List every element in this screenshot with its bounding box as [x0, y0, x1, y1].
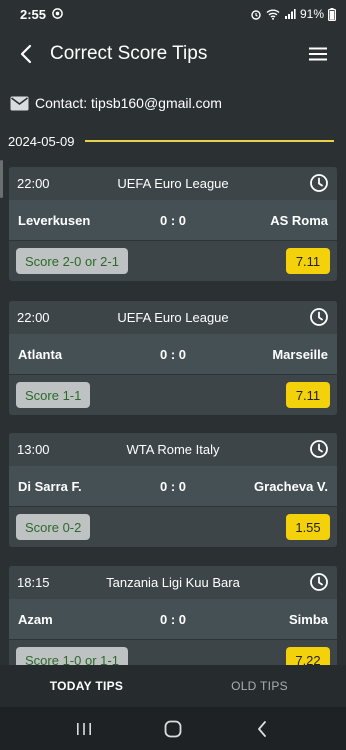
arrow-left-icon: [20, 44, 32, 64]
tip-badge: Score 0-2: [16, 514, 91, 540]
match-list[interactable]: 22:00 UEFA Euro League Leverkusen 0 : 0 …: [0, 160, 346, 665]
clock-icon: [310, 308, 328, 326]
wifi-icon: [266, 8, 280, 20]
odds-badge: 1.55: [286, 514, 330, 540]
match-tip-row: Score 2-0 or 2-1 7.11: [9, 240, 337, 281]
date-divider: 2024-05-09: [8, 132, 334, 150]
status-time: 2:55: [20, 6, 47, 22]
home-team: Di Sarra F.: [18, 478, 82, 494]
away-team: Simba: [288, 611, 328, 627]
match-tip-row: Score 1-0 or 1-1 7.22: [9, 639, 337, 665]
match-time: 13:00: [17, 442, 50, 457]
match-league: UEFA Euro League: [117, 310, 229, 325]
match-league: Tanzania Ligi Kuu Bara: [106, 575, 240, 590]
away-team: Gracheva V.: [254, 478, 328, 494]
status-right: 91%: [250, 7, 336, 21]
status-left: 2:55: [20, 7, 63, 22]
match-league: UEFA Euro League: [117, 176, 229, 191]
match-teams: Atlanta 0 : 0 Marseille: [9, 334, 337, 374]
match-header: 22:00 UEFA Euro League: [9, 167, 337, 200]
match-league: WTA Rome Italy: [126, 442, 220, 457]
away-team: Marseille: [272, 346, 328, 362]
chevron-left-icon: [257, 720, 266, 737]
app-bar: Correct Score Tips: [0, 28, 346, 80]
page-title: Correct Score Tips: [50, 43, 208, 64]
clock-icon: [310, 174, 328, 192]
signal-icon: [284, 8, 296, 20]
tab-old-tips[interactable]: OLD TIPS: [173, 665, 346, 707]
tip-badge: Score 2-0 or 2-1: [16, 248, 128, 274]
match-tip-row: Score 1-1 7.11: [9, 374, 337, 415]
alarm-icon: [250, 8, 262, 20]
match-header: 22:00 UEFA Euro League: [9, 301, 337, 334]
battery-icon: [328, 7, 336, 21]
home-button[interactable]: [153, 714, 193, 744]
email-icon: [10, 96, 29, 110]
contact-email: Contact: tipsb160@gmail.com: [35, 95, 222, 111]
menu-button[interactable]: [298, 34, 338, 74]
odds-badge: 7.11: [286, 382, 330, 408]
home-team: Azam: [18, 611, 53, 627]
match-time: 22:00: [17, 176, 50, 191]
battery-level: 91%: [299, 7, 324, 21]
recent-apps-icon: [77, 722, 92, 735]
tab-today-tips[interactable]: TODAY TIPS: [0, 665, 173, 707]
tip-badge: Score 1-1: [16, 382, 91, 408]
match-card[interactable]: 22:00 UEFA Euro League Atlanta 0 : 0 Mar…: [9, 301, 337, 415]
match-teams: Leverkusen 0 : 0 AS Roma: [9, 200, 337, 240]
system-nav-bar: [0, 707, 346, 750]
match-header: 13:00 WTA Rome Italy: [9, 433, 337, 466]
match-card[interactable]: 22:00 UEFA Euro League Leverkusen 0 : 0 …: [9, 167, 337, 281]
match-tip-row: Score 0-2 1.55: [9, 506, 337, 547]
home-team: Atlanta: [18, 346, 63, 362]
clock-icon: [310, 440, 328, 458]
home-team: Leverkusen: [18, 212, 91, 228]
match-header: 18:15 Tanzania Ligi Kuu Bara: [9, 566, 337, 599]
match-card[interactable]: 13:00 WTA Rome Italy Di Sarra F. 0 : 0 G…: [9, 433, 337, 547]
tips-date: 2024-05-09: [8, 133, 75, 149]
bottom-tab-bar: TODAY TIPS OLD TIPS: [0, 665, 346, 707]
away-team: AS Roma: [270, 212, 328, 228]
home-icon: [164, 720, 182, 737]
contact-row[interactable]: Contact: tipsb160@gmail.com: [10, 92, 222, 114]
tip-badge: Score 1-0 or 1-1: [16, 647, 128, 665]
recent-apps-button[interactable]: [64, 714, 104, 744]
odds-badge: 7.11: [286, 248, 330, 274]
match-teams: Di Sarra F. 0 : 0 Gracheva V.: [9, 466, 337, 506]
odds-badge: 7.22: [286, 647, 330, 665]
match-time: 18:15: [17, 575, 50, 590]
match-score: 0 : 0: [159, 611, 186, 627]
status-bar: 2:55 91%: [0, 0, 346, 28]
back-button[interactable]: [6, 34, 46, 74]
date-line: [84, 140, 334, 142]
match-time: 22:00: [17, 310, 50, 325]
system-back-button[interactable]: [242, 714, 282, 744]
match-card[interactable]: 18:15 Tanzania Ligi Kuu Bara Azam 0 : 0 …: [9, 566, 337, 665]
hamburger-menu-icon: [309, 47, 327, 61]
scrollbar[interactable]: [0, 160, 3, 198]
clock-icon: [310, 573, 328, 591]
match-teams: Azam 0 : 0 Simba: [9, 599, 337, 639]
notification-icon: [52, 7, 63, 22]
